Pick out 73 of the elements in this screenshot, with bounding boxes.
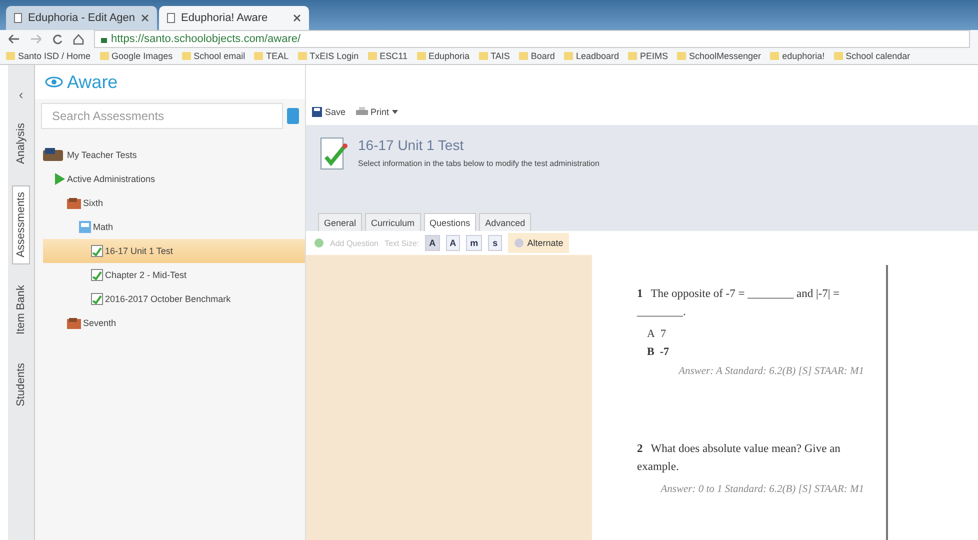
- tree-item[interactable]: Seventh: [43, 311, 305, 335]
- url-text: https://santo.schoolobjects.com/aware/: [111, 33, 301, 45]
- bookmark[interactable]: PEIMS: [628, 51, 668, 61]
- bookmark[interactable]: School email: [182, 51, 246, 61]
- side-tab[interactable]: Assessments: [12, 184, 30, 264]
- tree-item[interactable]: Math: [43, 215, 305, 239]
- bookmark[interactable]: SchoolMessenger: [677, 51, 762, 61]
- bookmark[interactable]: School calendar: [834, 51, 910, 61]
- bookmark[interactable]: Eduphoria: [416, 51, 470, 61]
- bookmark[interactable]: Santo ISD / Home: [6, 51, 91, 61]
- home-icon[interactable]: [73, 34, 84, 44]
- answer-key: Answer: 0 to 1 Standard: 6.2(B) [S] STAAR: M1: [637, 482, 864, 498]
- text-size-button[interactable]: A: [425, 235, 440, 251]
- address-field[interactable]: https://santo.schoolobjects.com/aware/: [94, 30, 970, 48]
- bookmark[interactable]: TEAL: [254, 51, 289, 61]
- document-check-icon: [320, 137, 348, 171]
- tab[interactable]: Advanced: [479, 213, 532, 231]
- bookmark[interactable]: ESC11: [368, 51, 408, 61]
- test-title: 16-17 Unit 1 Test: [358, 137, 465, 153]
- folder-icon: [43, 148, 65, 162]
- page-icon: [14, 13, 22, 23]
- caret-icon: [392, 110, 398, 114]
- folder-icon: [67, 198, 81, 208]
- bookmark[interactable]: TxEIS Login: [298, 51, 359, 61]
- answer-key: Answer: A Standard: 6.2(B) [S] STAAR: M1: [637, 364, 864, 380]
- bookmark[interactable]: TAIS: [478, 51, 510, 61]
- close-icon[interactable]: [293, 14, 302, 22]
- tab[interactable]: General: [318, 213, 362, 231]
- tree-item[interactable]: My Teacher Tests: [43, 143, 305, 167]
- floppy-icon: [312, 107, 322, 117]
- tab[interactable]: Curriculum: [365, 213, 421, 231]
- bookmark[interactable]: eduphoria!: [770, 51, 825, 61]
- alternate-button[interactable]: Alternate: [508, 233, 570, 253]
- bookmark[interactable]: Google Images: [100, 51, 173, 61]
- print-button[interactable]: Print: [356, 107, 398, 117]
- reload-icon[interactable]: [52, 34, 63, 44]
- tree-item[interactable]: 2016-2017 October Benchmark: [43, 287, 305, 311]
- text-size-button[interactable]: s: [488, 235, 502, 251]
- page-icon: [167, 13, 176, 23]
- question-text: 2 What does absolute value mean? Give an example.: [637, 442, 842, 475]
- test-subtitle: Select information in the tabs below to modify the test administration: [358, 159, 600, 168]
- tab[interactable]: Questions: [424, 213, 476, 231]
- back-icon[interactable]: [8, 34, 20, 44]
- tree-item[interactable]: Sixth: [43, 191, 305, 215]
- folder-icon: [67, 318, 81, 328]
- eye-icon: [45, 76, 63, 88]
- tree-item[interactable]: 16-17 Unit 1 Test: [43, 239, 305, 263]
- side-tab[interactable]: Item Bank: [12, 278, 30, 342]
- answer-choice: B -7: [647, 346, 670, 358]
- tree-item[interactable]: Chapter 2 - Mid-Test: [43, 263, 305, 287]
- browser-tab[interactable]: Eduphoria! Aware: [159, 6, 310, 30]
- document-icon: [91, 269, 103, 281]
- play-icon: [55, 173, 65, 185]
- document-icon: [91, 293, 103, 305]
- text-size-button[interactable]: A: [446, 235, 460, 251]
- search-field[interactable]: Search Assessments: [41, 103, 283, 129]
- bookmark[interactable]: Leadboard: [564, 51, 619, 61]
- side-tab[interactable]: Analysis: [12, 116, 30, 171]
- bookmark[interactable]: Board: [518, 51, 555, 61]
- save-button[interactable]: Save: [312, 107, 346, 117]
- printer-icon: [356, 107, 368, 117]
- answer-choice: A 7: [647, 328, 667, 340]
- collapse-icon[interactable]: ‹: [18, 87, 24, 102]
- browser-tab[interactable]: Eduphoria - Edit Agen: [6, 6, 158, 30]
- document-icon: [91, 245, 103, 257]
- app-title: Aware: [67, 72, 118, 92]
- question-text: 1 The opposite of -7 = ________ and |-7| = ________.: [637, 287, 841, 320]
- side-tab[interactable]: Students: [12, 356, 30, 414]
- text-size-button[interactable]: m: [466, 235, 482, 251]
- tree-item[interactable]: Active Administrations: [43, 167, 305, 191]
- text-size-label: Text Size:: [384, 238, 420, 248]
- book-icon: [79, 221, 91, 233]
- close-icon[interactable]: [141, 14, 150, 22]
